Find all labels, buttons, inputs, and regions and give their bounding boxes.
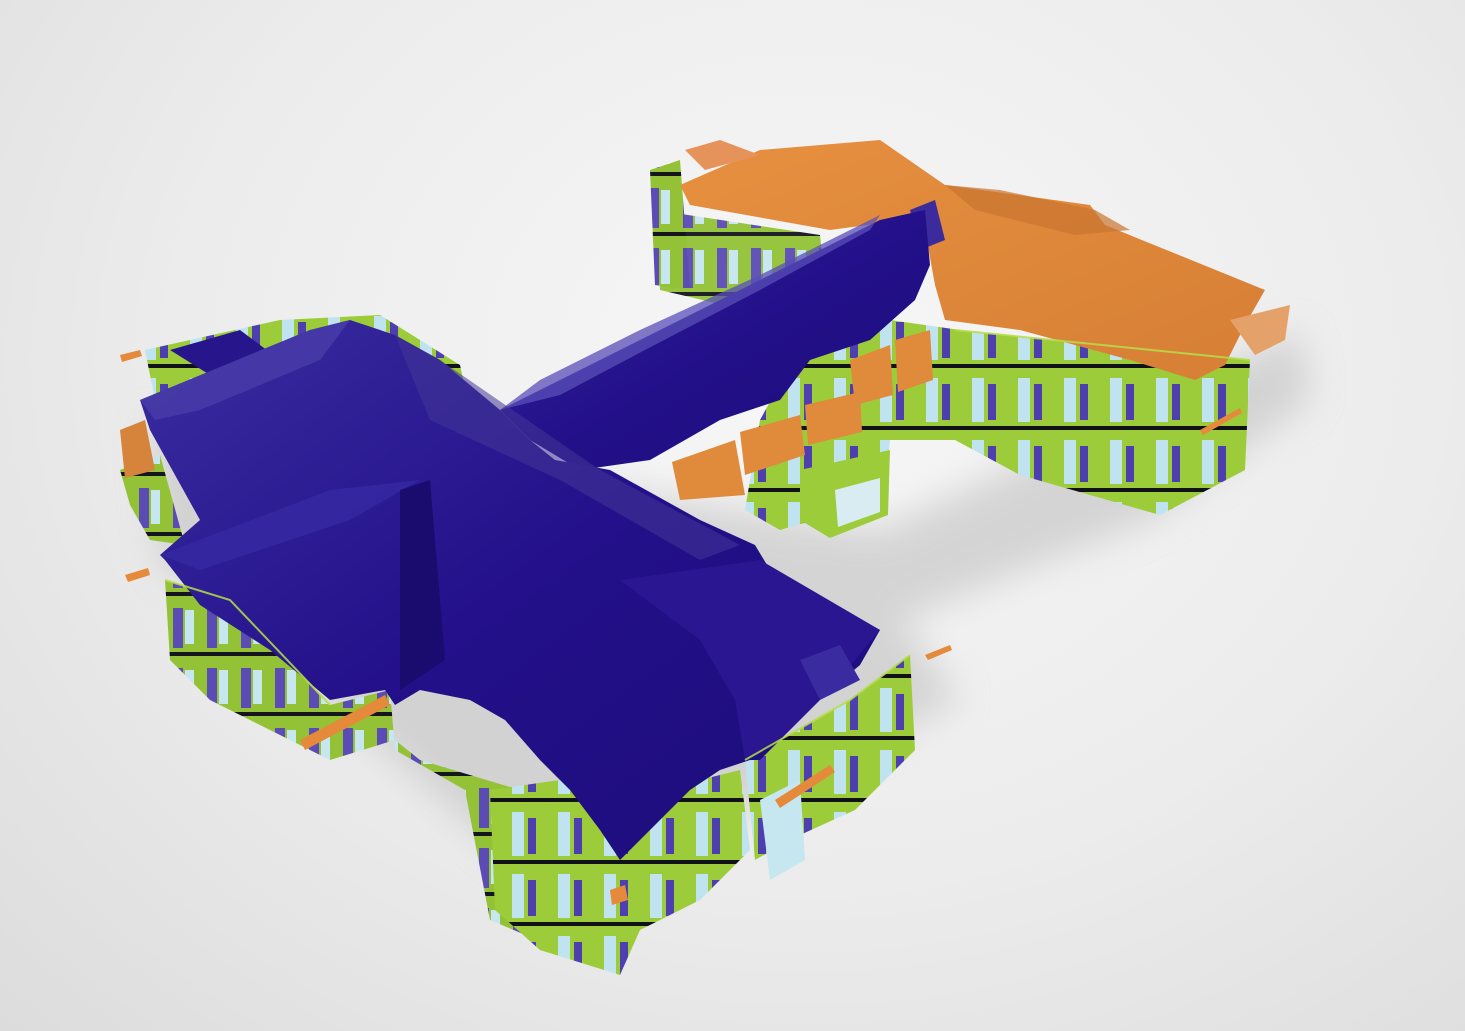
3d-model-viewport[interactable] [0,0,1465,1031]
building-model-scene[interactable] [0,0,1465,1031]
